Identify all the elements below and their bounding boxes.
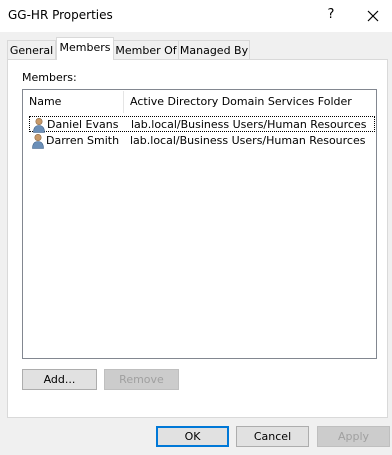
help-button[interactable]: ? (322, 5, 340, 25)
user-icon (33, 117, 45, 133)
member-name: Darren Smith (46, 134, 120, 147)
close-icon (367, 10, 379, 22)
member-folder: lab.local/Business Users/Human Resources (131, 118, 367, 131)
list-item[interactable]: Daniel Evans lab.local/Business Users/Hu… (29, 116, 375, 133)
tab-general[interactable]: General (7, 40, 56, 60)
tab-managed-by[interactable]: Managed By (178, 40, 250, 60)
add-button[interactable]: Add... (22, 369, 97, 390)
ok-button[interactable]: OK (156, 426, 229, 447)
close-button[interactable] (362, 5, 384, 27)
list-header: Name Active Directory Domain Services Fo… (23, 90, 376, 114)
tab-members[interactable]: Members (56, 37, 114, 60)
member-name: Daniel Evans (47, 118, 119, 131)
window-title: GG-HR Properties (8, 8, 113, 22)
members-label: Members: (22, 71, 77, 84)
members-list[interactable]: Name Active Directory Domain Services Fo… (22, 89, 377, 359)
apply-button[interactable]: Apply (317, 426, 390, 447)
title-bar: GG-HR Properties ? (0, 0, 392, 32)
member-folder: lab.local/Business Users/Human Resources (130, 134, 366, 147)
list-item[interactable]: Darren Smith lab.local/Business Users/Hu… (29, 133, 375, 149)
tab-member-of[interactable]: Member Of (113, 40, 179, 60)
user-icon (32, 133, 44, 149)
column-header-folder[interactable]: Active Directory Domain Services Folder (124, 90, 370, 114)
members-tab-panel: Members: Name Active Directory Domain Se… (7, 59, 388, 418)
remove-button[interactable]: Remove (104, 369, 179, 390)
cancel-button[interactable]: Cancel (236, 426, 309, 447)
column-header-name[interactable]: Name (23, 90, 124, 114)
